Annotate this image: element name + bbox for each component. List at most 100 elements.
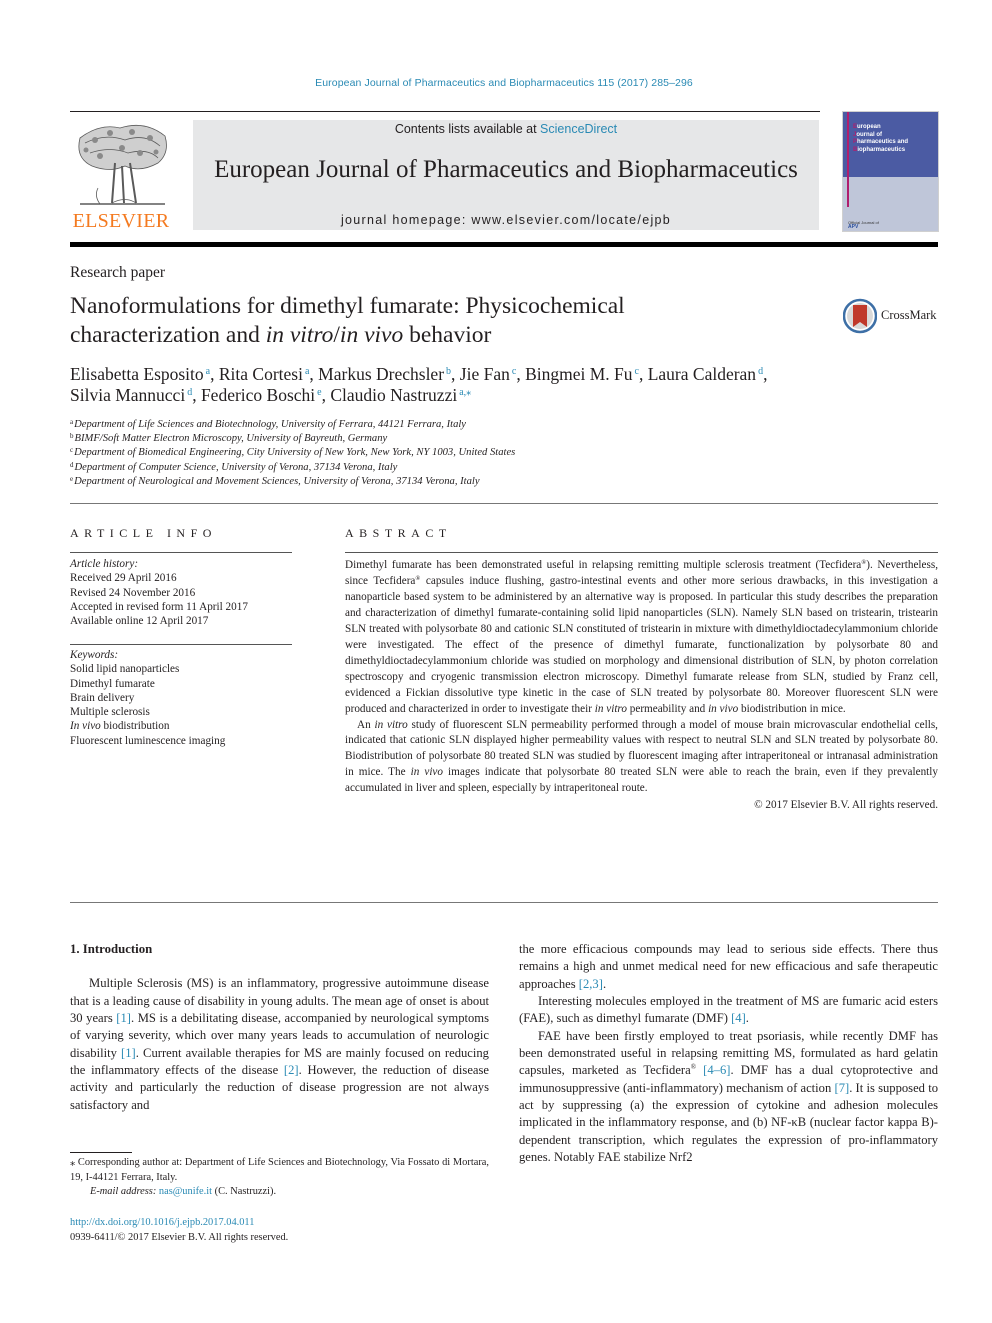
body-paragraph: Interesting molecules employed in the tr… [519,993,938,1028]
body-paragraph: FAE have been firstly employed to treat … [519,1028,938,1167]
keyword: In vivo biodistribution [70,719,300,733]
author-name[interactable]: Rita Cortesi [219,364,303,384]
author-name[interactable]: Bingmei M. Fu [525,364,632,384]
email-link[interactable]: nas@unife.it [159,1186,212,1197]
history-item: Available online 12 April 2017 [70,615,209,628]
affiliation-text: Department of Life Sciences and Biotechn… [74,419,467,430]
body-column-right: the more efficacious compounds may lead … [519,941,938,1166]
citation-link[interactable]: [7] [835,1081,850,1095]
title-italic: in vitro [265,322,334,348]
separator: , [451,364,460,384]
separator: , [210,364,219,384]
abstract-copyright: © 2017 Elsevier B.V. All rights reserved… [754,799,938,812]
keywords-label: Keywords: [70,649,119,661]
affiliation-key: b [70,432,74,441]
cover-word: iopharmaceutics [857,146,906,153]
affiliation: cDepartment of Biomedical Engineering, C… [70,446,515,460]
doi-link[interactable]: http://dx.doi.org/10.1016/j.ejpb.2017.04… [70,1217,254,1228]
corresponding-author-note: ⁎ Corresponding author at: Department of… [70,1157,489,1183]
author-name[interactable]: Silvia Mannucci [70,385,185,405]
author[interactable]: Bingmei M. Fu c, [525,364,648,384]
top-rule [70,111,820,112]
history-item: Received 29 April 2016 [70,572,177,585]
title-text: behavior [403,322,492,348]
journal-name[interactable]: European Journal of Pharmaceutics and Bi… [193,156,819,184]
elsevier-logo[interactable]: ELSEVIER [70,118,172,233]
separator: , [192,385,201,405]
article-info-heading: ARTICLE INFO [70,526,217,540]
affiliation-key: c [70,446,74,455]
cover-apv-logo: APV [848,224,859,230]
text: . [602,976,607,991]
affiliation: eDepartment of Neurological and Movement… [70,475,515,489]
body-paragraph: Multiple Sclerosis (MS) is an inflammato… [70,975,489,1114]
article-history: Article history: Received 29 April 2016 … [70,557,300,628]
text: Interesting molecules employed in the tr… [519,994,938,1026]
article-title: Nanoformulations for dimethyl fumarate: … [70,292,810,350]
citation-link[interactable]: [2,3] [579,977,603,991]
author[interactable]: Jie Fan c, [460,364,525,384]
author[interactable]: Federico Boschi e, [201,385,330,405]
sciencedirect-link[interactable]: ScienceDirect [540,122,617,136]
citation-link[interactable]: [2] [284,1063,299,1077]
journal-homepage[interactable]: journal homepage: www.elsevier.com/locat… [193,213,819,227]
author[interactable]: Claudio Nastruzzi a,⁎ [330,385,471,405]
author-name[interactable]: Elisabetta Esposito [70,364,204,384]
footnote: ⁎ Corresponding author at: Department of… [70,1156,489,1200]
affiliation-text: Department of Computer Science, Universi… [74,461,398,473]
journal-cover[interactable]: European Journal of Pharmaceutics and Bi… [842,111,939,232]
author[interactable]: Silvia Mannucci d, [70,385,201,405]
cover-word: ournal of [856,131,883,138]
divider [345,552,938,553]
citation-link[interactable]: [1] [121,1046,136,1060]
title-line-1: Nanoformulations for dimethyl fumarate: … [70,293,625,319]
author-name[interactable]: Claudio Nastruzzi [330,385,457,405]
divider [70,503,938,504]
keyword: Dimethyl fumarate [70,677,155,690]
cover-stripe [847,112,849,207]
author[interactable]: Rita Cortesi a, [219,364,318,384]
text: . [745,1011,749,1026]
author-name[interactable]: Laura Calderan [648,364,756,384]
citation-link[interactable]: [1] [116,1011,131,1025]
author-name[interactable]: Federico Boschi [201,385,315,405]
citation-link[interactable]: [4] [731,1011,746,1025]
affiliation-text: Department of Neurological and Movement … [74,475,480,487]
author-name[interactable]: Markus Drechsler [318,364,444,384]
body-paragraph: the more efficacious compounds may lead … [519,941,938,993]
running-head[interactable]: European Journal of Pharmaceutics and Bi… [0,77,992,89]
italic-text: in vivo [708,702,739,715]
author[interactable]: Markus Drechsler b, [318,364,460,384]
contents-prefix: Contents lists available at [394,122,541,136]
journal-masthead: Contents lists available at ScienceDirec… [193,120,819,230]
email-label: E-mail address: [90,1186,159,1198]
section-title: 1. Introduction [70,942,153,956]
italic-text: in vivo [410,766,443,779]
citation-link[interactable]: [4–6] [703,1063,730,1077]
separator: , [516,364,526,384]
title-italic: in vivo [339,322,404,348]
author[interactable]: Laura Calderan d, [648,364,768,384]
abstract-text: Dimethyl fumarate has been demonstrated … [345,558,938,814]
divider [70,552,292,553]
italic-text: in vitro [594,702,627,715]
author[interactable]: Elisabetta Esposito a, [70,364,219,384]
author-name[interactable]: Jie Fan [460,364,510,384]
keyword: Fluorescent luminescence imaging [70,734,226,747]
affiliation: aDepartment of Life Sciences and Biotech… [70,418,515,432]
keyword: Multiple sclerosis [70,706,150,719]
abstract-heading: ABSTRACT [345,526,452,540]
cover-word: uropean [857,124,881,130]
body-column-left: 1. Introduction Multiple Sclerosis (MS) … [70,941,489,1114]
crossmark-button[interactable]: CrossMark [842,298,943,334]
text: Dimethyl fumarate has been demonstrated … [345,559,862,571]
divider [70,644,292,645]
crossmark-label: CrossMark [881,308,937,322]
abstract-paragraph: Dimethyl fumarate has been demonstrated … [345,558,938,718]
affiliations: aDepartment of Life Sciences and Biotech… [70,418,515,489]
history-label: Article history: [70,558,139,570]
doi-block: http://dx.doi.org/10.1016/j.ejpb.2017.04… [70,1216,288,1245]
title-text: characterization and [70,322,266,348]
affiliation-marker[interactable]: a,⁎ [459,387,471,398]
masthead-rule [70,242,938,247]
